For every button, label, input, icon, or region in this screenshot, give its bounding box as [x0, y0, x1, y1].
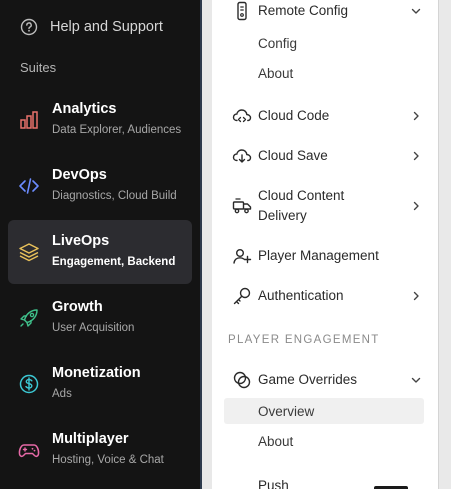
- sub-item-game-overrides-about[interactable]: About: [224, 428, 424, 454]
- chevron-down-icon: [410, 5, 422, 17]
- cloud-code-icon: [232, 106, 252, 126]
- suite-monetization[interactable]: Monetization Ads: [8, 352, 192, 416]
- nav-item-label: Cloud Save: [258, 148, 328, 163]
- nav-item-label: Player Management: [258, 248, 379, 263]
- sub-item-label: Config: [258, 35, 298, 51]
- suite-title: Monetization: [52, 365, 141, 381]
- gamepad-icon: [18, 439, 40, 461]
- chevron-right-icon: [410, 290, 422, 302]
- panel-gutter: [202, 0, 212, 489]
- phone-config-icon: [232, 1, 252, 21]
- help-and-support-label: Help and Support: [50, 19, 163, 35]
- bar-chart-icon: [18, 109, 40, 131]
- chevron-right-icon: [410, 110, 422, 122]
- suite-title: Growth: [52, 299, 103, 315]
- nav-item-label: Authentication: [258, 288, 344, 303]
- suite-analytics[interactable]: Analytics Data Explorer, Audiences: [8, 88, 192, 152]
- delivery-truck-icon: [232, 196, 252, 216]
- suite-subtitle: Data Explorer, Audiences: [52, 124, 182, 136]
- nav-item-label: Game Overrides: [258, 372, 358, 387]
- nav-item-label: Cloud Code: [258, 108, 330, 123]
- suite-subtitle: Ads: [52, 388, 72, 400]
- sub-item-label: About: [258, 433, 294, 449]
- nav-item-label-line2: Delivery: [258, 208, 307, 223]
- sub-item-label: About: [258, 65, 294, 81]
- suites-heading: Suites: [20, 60, 57, 75]
- nav-item-label: Push: [258, 478, 289, 489]
- user-add-icon: [232, 246, 252, 266]
- nav-item-authentication[interactable]: Authentication: [224, 286, 436, 306]
- nav-item-label: Remote Config: [258, 3, 349, 18]
- nav-item-label: Cloud Content: [258, 188, 345, 203]
- section-heading-player-engagement: PLAYER ENGAGEMENT: [228, 334, 380, 346]
- suite-subtitle: Engagement, Backend: [52, 256, 176, 268]
- cloud-save-icon: [232, 146, 252, 166]
- app-root: Help and Support Suites Analytics Data E…: [0, 0, 451, 489]
- overrides-icon: [232, 370, 252, 390]
- window-edge: [438, 0, 451, 489]
- suite-subtitle: Hosting, Voice & Chat: [52, 454, 164, 466]
- code-brackets-icon: [18, 175, 40, 197]
- suites-sidebar: Help and Support Suites Analytics Data E…: [0, 0, 200, 489]
- suite-subtitle: Diagnostics, Cloud Build: [52, 190, 177, 202]
- suite-title: LiveOps: [52, 233, 110, 249]
- sub-item-config[interactable]: Config: [224, 30, 424, 56]
- suite-title: Analytics: [52, 101, 117, 117]
- sub-item-label: Overview: [258, 403, 315, 419]
- nav-item-cloud-code[interactable]: Cloud Code: [224, 106, 436, 126]
- suite-growth[interactable]: Growth User Acquisition: [8, 286, 192, 350]
- dollar-circle-icon: [18, 373, 40, 395]
- suite-multiplayer[interactable]: Multiplayer Hosting, Voice & Chat: [8, 418, 192, 482]
- chevron-down-icon: [410, 374, 422, 386]
- rocket-icon: [18, 307, 40, 329]
- chevron-right-icon: [410, 200, 422, 212]
- suite-subtitle: User Acquisition: [52, 322, 135, 334]
- layers-icon: [18, 241, 40, 263]
- nav-item-remote-config[interactable]: Remote Config: [224, 0, 436, 22]
- nav-item-cloud-content-delivery[interactable]: Cloud Content Delivery: [224, 186, 436, 226]
- sub-item-overview[interactable]: Overview: [224, 398, 424, 424]
- suite-title: Multiplayer: [52, 431, 129, 447]
- chevron-right-icon: [410, 150, 422, 162]
- question-circle-icon: [20, 18, 38, 36]
- suite-title: DevOps: [52, 167, 107, 183]
- key-icon: [232, 286, 252, 306]
- sub-item-remote-config-about[interactable]: About: [224, 60, 424, 86]
- suite-devops[interactable]: DevOps Diagnostics, Cloud Build: [8, 154, 192, 218]
- help-and-support-link[interactable]: Help and Support: [0, 10, 200, 44]
- liveops-nav-panel: Remote Config Config About Cloud Code Cl…: [212, 0, 438, 489]
- nav-item-player-management[interactable]: Player Management: [224, 246, 436, 266]
- nav-item-cloud-save[interactable]: Cloud Save: [224, 146, 436, 166]
- nav-item-game-overrides[interactable]: Game Overrides: [224, 370, 436, 390]
- suite-liveops[interactable]: LiveOps Engagement, Backend: [8, 220, 192, 284]
